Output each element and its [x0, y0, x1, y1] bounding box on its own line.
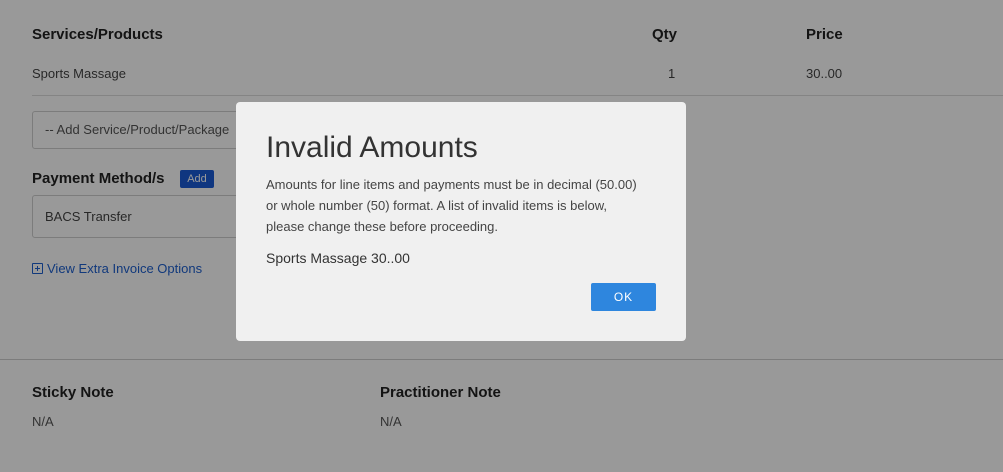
- ok-button[interactable]: OK: [591, 283, 656, 311]
- invalid-item: Sports Massage 30..00: [266, 250, 410, 266]
- dialog-title: Invalid Amounts: [266, 131, 478, 164]
- invalid-amounts-dialog: Invalid Amounts Amounts for line items a…: [236, 102, 686, 341]
- dialog-message: Amounts for line items and payments must…: [266, 177, 637, 234]
